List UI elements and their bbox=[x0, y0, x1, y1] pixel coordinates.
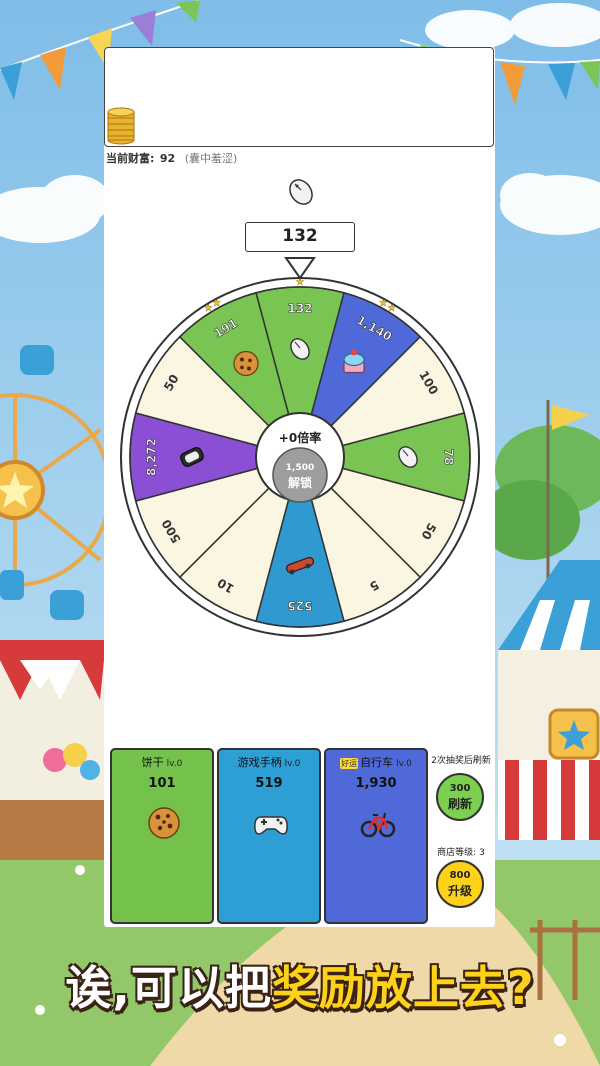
slice-value: 78 bbox=[442, 449, 456, 466]
card-level: lv.0 bbox=[396, 759, 412, 769]
card-price: 519 bbox=[255, 776, 283, 791]
luck-tag: 好运 bbox=[340, 758, 359, 769]
wealth-display: 当前财富: 92 (囊中羞涩) bbox=[106, 150, 237, 166]
shop-level-value: 3 bbox=[479, 848, 485, 858]
card-level: lv.0 bbox=[166, 759, 183, 769]
card-price: 101 bbox=[148, 776, 176, 791]
refresh-button[interactable]: 300 刷新 bbox=[436, 773, 484, 821]
prize-wheel[interactable]: 132★1,140★ ★10078505525105008,27250191★ ★ … bbox=[110, 256, 490, 646]
card-header: 游戏手柄 lv.0 bbox=[219, 754, 319, 770]
wheel-pointer bbox=[284, 257, 316, 280]
promo-caption: 诶,可以把奖励放上去? bbox=[0, 952, 600, 1018]
upgrade-cost: 800 bbox=[449, 870, 471, 881]
slice-value: 525 bbox=[287, 599, 312, 613]
wealth-value: 92 bbox=[159, 152, 176, 165]
card-name: 游戏手柄 bbox=[237, 756, 282, 769]
slice-value: 132 bbox=[287, 302, 312, 316]
mouse-icon bbox=[289, 179, 313, 205]
bicycle-icon bbox=[360, 812, 396, 838]
cookie-icon bbox=[148, 807, 180, 839]
card-header: 好运 自行车 lv.0 bbox=[326, 754, 426, 770]
shop-level: 商店等级: 3 bbox=[430, 845, 492, 858]
display-box bbox=[104, 47, 494, 147]
caption-part1: 诶,可以把 bbox=[64, 960, 272, 1016]
card-level: lv.0 bbox=[284, 759, 301, 769]
spin-result: 132 bbox=[245, 222, 355, 252]
center-cost: 1,500 bbox=[286, 463, 314, 473]
cookie-icon bbox=[233, 350, 259, 377]
shop-level-label: 商店等级: bbox=[437, 848, 477, 858]
gamepad-icon bbox=[254, 816, 288, 835]
upgrade-label: 升级 bbox=[447, 884, 472, 898]
shop-card-bicycle[interactable]: 好运 自行车 lv.0 1,930 bbox=[324, 748, 428, 924]
shop-card-cookie[interactable]: 饼干 lv.0 101 bbox=[110, 748, 214, 924]
wealth-label: 当前财富: bbox=[106, 152, 155, 165]
coin-stack-icon bbox=[107, 107, 135, 145]
card-header: 饼干 lv.0 bbox=[112, 754, 212, 770]
center-multiplier: +0倍率 bbox=[279, 430, 321, 445]
wheel-center[interactable]: +0倍率 1,500 解锁 bbox=[255, 412, 345, 503]
refresh-cost: 300 bbox=[449, 783, 471, 794]
caption-part2: 奖励放上去? bbox=[271, 960, 535, 1016]
card-name: 饼干 bbox=[141, 756, 164, 769]
card-price: 1,930 bbox=[355, 776, 397, 791]
refresh-label: 刷新 bbox=[447, 797, 472, 811]
shop-card-gamepad[interactable]: 游戏手柄 lv.0 519 bbox=[217, 748, 321, 924]
refresh-note: 2次抽奖后刷新 bbox=[431, 756, 491, 766]
slice-value: 8,272 bbox=[145, 438, 159, 476]
center-unlock: 解锁 bbox=[288, 475, 312, 490]
shop-area: 饼干 lv.0 101 游戏手柄 lv.0 519 好运 自行车 lv.0 1,930 bbox=[110, 748, 495, 926]
card-name: 自行车 bbox=[360, 756, 394, 769]
upgrade-button[interactable]: 800 升级 bbox=[436, 860, 484, 908]
wealth-status: (囊中羞涩) bbox=[184, 152, 238, 165]
shop-side-panel: 2次抽奖后刷新 300 刷新 商店等级: 3 800 升级 bbox=[430, 748, 492, 926]
